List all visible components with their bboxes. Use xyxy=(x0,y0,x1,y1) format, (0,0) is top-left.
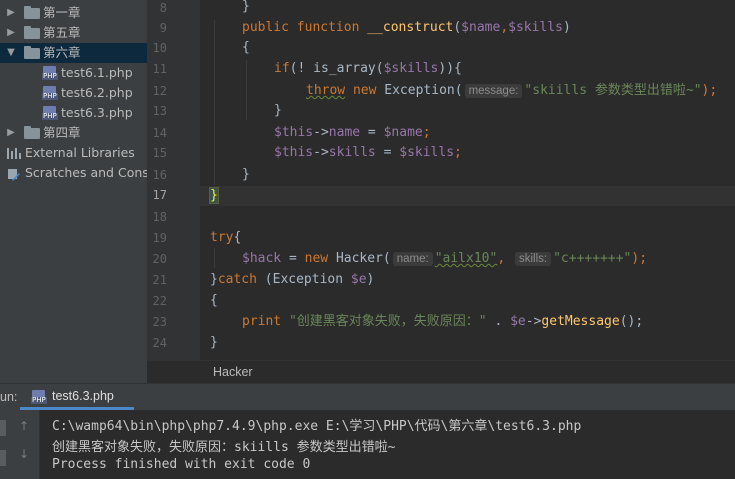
code-line-24: } xyxy=(210,335,218,350)
scratches-icon xyxy=(7,167,20,181)
line-number: 13 xyxy=(152,104,167,118)
code-line-13: } xyxy=(274,103,282,118)
param-hint-name: name: xyxy=(392,252,433,266)
side-strip xyxy=(0,450,6,466)
run-panel-header: un: PHP test6.3.php xyxy=(0,383,735,410)
tree-item-chapter4[interactable]: ▶ 第四章 xyxy=(0,123,147,143)
code-line-17: } xyxy=(209,186,219,206)
arrow-down-icon[interactable]: ↓ xyxy=(17,446,31,462)
tree-item-chapter6[interactable]: ▼ 第六章 xyxy=(0,43,147,63)
line-number: 23 xyxy=(152,315,167,329)
indent-guide xyxy=(214,20,215,185)
code-line-9: public function __construct($name,$skill… xyxy=(242,20,571,35)
line-number: 21 xyxy=(152,273,167,287)
folder-icon xyxy=(24,126,40,139)
tree-item-external-libraries[interactable]: External Libraries xyxy=(0,143,147,163)
code-line-16: } xyxy=(242,167,250,182)
line-number: 14 xyxy=(152,126,167,140)
code-line-21: }catch (Exception $e) xyxy=(210,272,375,287)
php-file-icon: PHP xyxy=(42,66,58,80)
tree-item-test6-2[interactable]: PHP test6.2.php xyxy=(0,83,147,103)
line-number: 18 xyxy=(152,210,167,224)
folder-icon xyxy=(24,26,40,39)
param-hint-message: message: xyxy=(464,84,523,98)
code-line-20: $hack = new Hacker(name: "ailx10", skills… xyxy=(242,251,648,266)
folder-icon xyxy=(24,46,40,59)
code-line-15: $this->skills = $skills; xyxy=(274,145,462,160)
breadcrumb-item-hacker[interactable]: Hacker xyxy=(213,365,253,379)
line-number: 12 xyxy=(152,84,167,98)
line-number: 20 xyxy=(152,252,167,266)
arrow-up-icon[interactable]: ↑ xyxy=(17,418,31,434)
code-editor[interactable]: } public function __construct($name,$ski… xyxy=(200,0,735,360)
line-number: 24 xyxy=(152,336,167,350)
line-number: 9 xyxy=(159,21,167,35)
line-number: 11 xyxy=(152,62,167,76)
code-line-10: { xyxy=(242,40,250,55)
code-line-22: { xyxy=(210,293,218,308)
tree-item-scratches[interactable]: Scratches and Conso xyxy=(0,163,147,183)
line-number: 8 xyxy=(159,1,167,15)
run-toolbar: ↑ ↓ xyxy=(0,410,40,479)
line-number-current: 17 xyxy=(152,188,167,202)
code-line-14: $this->name = $name; xyxy=(274,125,431,140)
chevron-right-icon[interactable]: ▶ xyxy=(6,3,16,23)
editor-gutter: 8 9 10 11 12 13 14 15 16 17 18 19 20 21 … xyxy=(147,0,211,360)
tree-item-test6-1[interactable]: PHP test6.1.php xyxy=(0,63,147,83)
tree-item-chapter1[interactable]: ▶ 第一章 xyxy=(0,3,147,23)
line-number: 16 xyxy=(152,168,167,182)
current-line-highlight xyxy=(200,186,735,206)
tree-item-chapter5[interactable]: ▶ 第五章 xyxy=(0,23,147,43)
php-file-icon: PHP xyxy=(42,86,58,100)
run-tab-test6-3[interactable]: PHP test6.3.php xyxy=(20,384,134,410)
param-hint-skills: skills: xyxy=(514,252,552,266)
chevron-down-icon[interactable]: ▼ xyxy=(6,43,16,63)
indent-guide xyxy=(246,60,247,120)
code-line-12: throw new Exception(message: "skiills 参数类… xyxy=(306,83,718,98)
line-number: 10 xyxy=(152,41,167,55)
line-number: 15 xyxy=(152,146,167,160)
side-strip xyxy=(0,420,6,436)
console-line: C:\wamp64\bin\php\php7.4.9\php.exe E:\学习… xyxy=(52,419,582,434)
console-line: 创建黑客对象失败，失败原因：skiills 参数类型出错啦~ xyxy=(52,440,396,455)
console-line: Process finished with exit code 0 xyxy=(52,457,311,472)
code-line-23: print "创建黑客对象失败，失败原因：" . $e->getMessage(… xyxy=(242,314,644,329)
tree-item-test6-3[interactable]: PHP test6.3.php xyxy=(0,103,147,123)
line-number: 22 xyxy=(152,294,167,308)
line-number: 19 xyxy=(152,231,167,245)
project-tree: ▶ 第一章 ▶ 第五章 ▼ 第六章 PHP test6.1.php PHP te… xyxy=(0,0,147,383)
folder-icon xyxy=(24,6,40,19)
indent-guide xyxy=(214,248,215,268)
breadcrumb: Hacker xyxy=(147,360,735,383)
library-icon xyxy=(7,148,21,159)
chevron-right-icon[interactable]: ▶ xyxy=(6,123,16,143)
php-file-icon: PHP xyxy=(31,390,47,404)
code-line-19: try{ xyxy=(210,230,242,245)
run-console[interactable]: C:\wamp64\bin\php\php7.4.9\php.exe E:\学习… xyxy=(40,410,735,479)
matched-brace: } xyxy=(209,187,219,204)
run-panel-label: un: xyxy=(0,390,18,404)
php-file-icon: PHP xyxy=(42,106,58,120)
code-line-8: } xyxy=(242,0,250,14)
code-line-11: if(! is_array($skills)){ xyxy=(274,61,462,76)
chevron-right-icon[interactable]: ▶ xyxy=(6,23,16,43)
